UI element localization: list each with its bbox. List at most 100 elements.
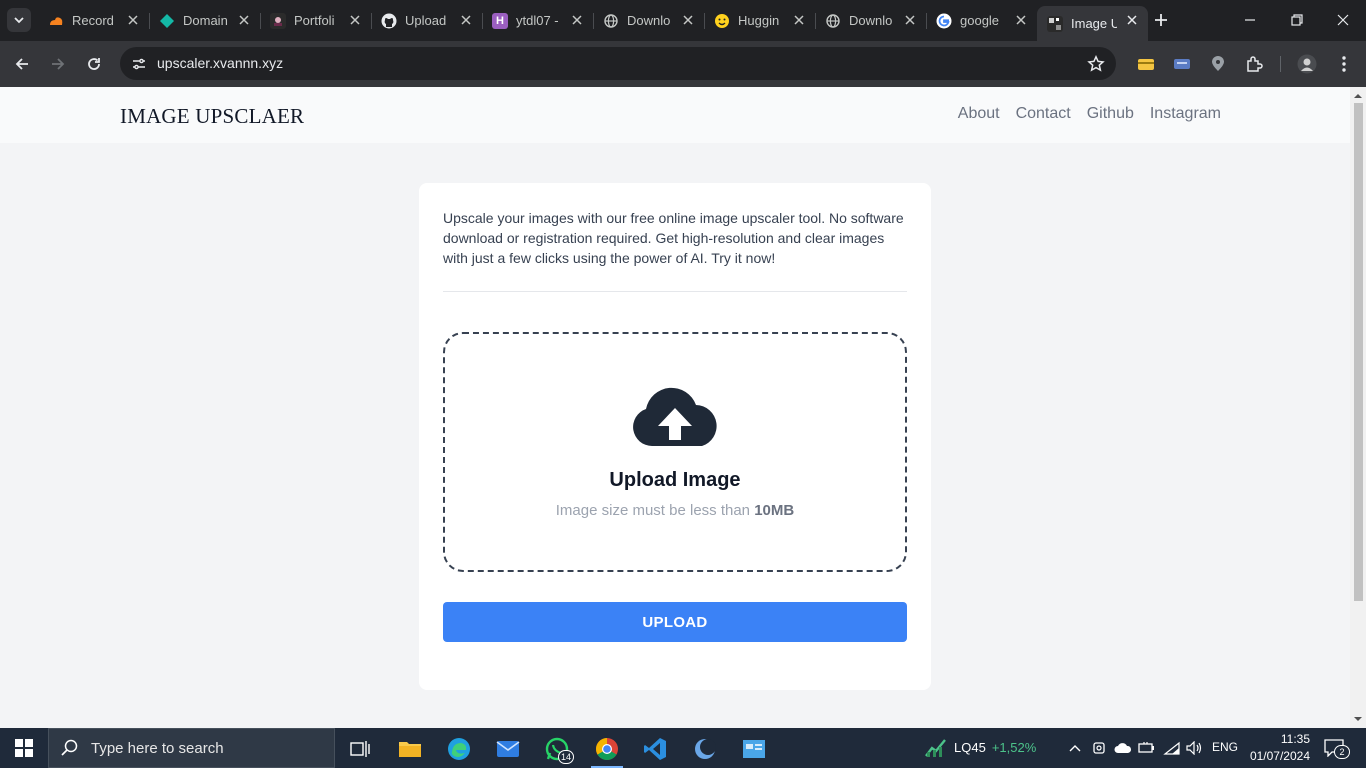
taskbar-file-explorer[interactable] <box>392 732 428 766</box>
vscode-icon <box>644 738 666 760</box>
card-divider <box>443 291 907 292</box>
battery-plug-icon <box>1138 742 1154 753</box>
start-button[interactable] <box>0 728 48 768</box>
taskbar-mail[interactable] <box>490 732 526 766</box>
tab-title: Downlo <box>849 13 893 28</box>
tab-title: Record <box>72 13 114 28</box>
notification-center-button[interactable]: 2 <box>1322 737 1350 759</box>
taskbar-whatsapp[interactable]: 14 <box>539 732 575 766</box>
tab-title: Huggin <box>738 13 780 28</box>
tray-meet-now[interactable] <box>1089 738 1109 758</box>
nav-link-contact[interactable]: Contact <box>1016 105 1071 123</box>
page-scrollbar[interactable] <box>1350 87 1366 728</box>
stock-ticker-widget[interactable]: LQ45 +1,52% <box>924 736 1036 758</box>
tab-7[interactable]: Downlo <box>815 6 927 35</box>
close-tab-icon[interactable] <box>903 13 917 27</box>
close-tab-icon[interactable] <box>1125 13 1139 27</box>
close-tab-icon[interactable] <box>237 13 251 27</box>
wallet-extension-icon[interactable] <box>1134 52 1158 76</box>
profile-avatar-icon[interactable] <box>1295 52 1319 76</box>
plus-icon <box>1155 14 1167 26</box>
whatsapp-unread-badge: 14 <box>558 750 574 764</box>
taskbar-search-box[interactable]: Type here to search <box>48 728 335 768</box>
restore-button[interactable] <box>1285 8 1309 32</box>
address-bar[interactable]: upscaler.xvannn.xyz <box>120 47 1116 80</box>
close-tab-icon[interactable] <box>681 13 695 27</box>
speaker-icon <box>1186 741 1202 755</box>
show-hidden-icons-button[interactable] <box>1065 738 1085 758</box>
upload-dropzone[interactable]: Upload Image Image size must be less tha… <box>443 332 907 572</box>
tab-6[interactable]: Huggin <box>704 6 816 35</box>
tab-5[interactable]: Downlo <box>593 6 705 35</box>
site-info-icon[interactable] <box>128 53 150 75</box>
bookmark-star-icon[interactable] <box>1086 54 1106 74</box>
taskbar-control-panel[interactable] <box>736 732 772 766</box>
tab-9-active[interactable]: Image U <box>1037 6 1148 41</box>
tab-3[interactable]: Upload <box>371 6 483 35</box>
scrollbar-thumb[interactable] <box>1354 103 1363 601</box>
tab-title: Domain <box>183 13 228 28</box>
back-button[interactable] <box>10 52 34 76</box>
portfolio-icon <box>270 12 286 29</box>
nav-link-about[interactable]: About <box>958 105 1000 123</box>
tab-search-button[interactable] <box>7 8 31 32</box>
onedrive-cloud-icon <box>1114 743 1132 753</box>
tray-volume[interactable] <box>1185 738 1205 758</box>
close-tab-icon[interactable] <box>792 13 806 27</box>
system-clock[interactable]: 11:35 01/07/2024 <box>1246 731 1310 765</box>
stock-name: LQ45 <box>954 739 986 755</box>
taskbar-chrome[interactable] <box>589 732 625 768</box>
upload-button[interactable]: UPLOAD <box>443 602 907 642</box>
extensions-puzzle-icon[interactable] <box>1242 52 1266 76</box>
card-extension-icon[interactable] <box>1170 52 1194 76</box>
forward-button[interactable] <box>46 52 70 76</box>
close-tab-icon[interactable] <box>459 13 473 27</box>
taskbar-edge[interactable] <box>441 732 477 766</box>
close-window-button[interactable] <box>1331 8 1355 32</box>
site-brand[interactable]: IMAGE UPSCLAER <box>120 104 304 129</box>
nav-link-github[interactable]: Github <box>1087 105 1134 123</box>
location-extension-icon[interactable] <box>1206 52 1230 76</box>
tray-network[interactable] <box>1162 738 1182 758</box>
scroll-up-arrow-icon[interactable] <box>1354 92 1362 100</box>
intro-text: Upscale your images with our free online… <box>443 210 904 266</box>
new-tab-button[interactable] <box>1150 9 1172 31</box>
tray-onedrive[interactable] <box>1113 738 1133 758</box>
crescent-app-icon <box>695 739 716 759</box>
nav-link-instagram[interactable]: Instagram <box>1150 105 1221 123</box>
site-header: IMAGE UPSCLAER About Contact Github Inst… <box>0 87 1350 143</box>
tray-battery[interactable] <box>1137 738 1157 758</box>
reload-button[interactable] <box>82 52 106 76</box>
browser-menu-icon[interactable] <box>1332 52 1356 76</box>
close-tab-icon[interactable] <box>1014 13 1028 27</box>
tab-title: Upload <box>405 13 447 28</box>
chevron-up-icon <box>1069 745 1081 752</box>
input-language[interactable]: ENG <box>1212 740 1238 754</box>
task-view-icon <box>350 741 370 757</box>
windows-logo-icon <box>15 739 33 757</box>
tab-8[interactable]: google <box>926 6 1037 35</box>
stock-change: +1,52% <box>991 739 1037 755</box>
minimize-button[interactable] <box>1238 8 1262 32</box>
edge-icon <box>448 738 470 760</box>
wifi-icon <box>1163 741 1180 755</box>
close-tab-icon[interactable] <box>126 13 140 27</box>
tab-2[interactable]: Portfoli <box>260 6 372 35</box>
site-favicon-icon <box>1047 15 1063 32</box>
cloudflare-icon <box>48 13 64 29</box>
taskbar-vscode[interactable] <box>637 732 673 766</box>
notification-count-badge: 2 <box>1334 745 1350 759</box>
close-tab-icon[interactable] <box>348 13 362 27</box>
close-tab-icon[interactable] <box>570 13 584 27</box>
taskbar-app-moon[interactable] <box>687 732 723 766</box>
page-viewport: IMAGE UPSCLAER About Contact Github Inst… <box>0 87 1366 728</box>
tab-1[interactable]: Domain <box>149 6 261 35</box>
tab-title: Downlo <box>627 13 671 28</box>
globe-icon <box>825 13 841 29</box>
task-view-button[interactable] <box>342 732 378 766</box>
tab-0[interactable]: Record <box>38 6 150 35</box>
tab-title: google <box>960 13 1000 28</box>
scroll-down-arrow-icon[interactable] <box>1354 715 1362 723</box>
tab-4[interactable]: H ytdl07 - <box>482 6 594 35</box>
control-panel-icon <box>743 740 765 758</box>
